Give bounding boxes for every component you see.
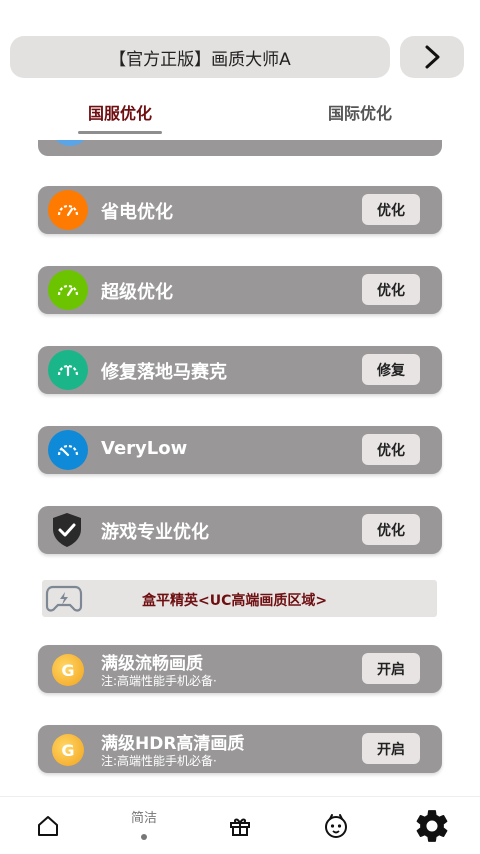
title-pill[interactable]: 【官方正版】画质大师A: [10, 36, 390, 78]
gauge-icon: [48, 350, 88, 390]
optimize-button[interactable]: 优化: [362, 194, 420, 225]
optimize-button[interactable]: 优化: [362, 514, 420, 545]
option-title: 修复落地马赛克: [101, 362, 227, 383]
option-title: 游戏专业优化: [101, 522, 209, 543]
uc-option-hdr: G 满级HDR高清画质 注:高端性能手机必备· 开启: [38, 725, 442, 773]
option-title: 满级流畅画质: [101, 654, 203, 674]
nav-gift[interactable]: [220, 797, 260, 854]
uc-section-banner: 盒平精英<UC高端画质区域>: [42, 580, 437, 617]
uc-option-smooth: G 满级流畅画质 注:高端性能手机必备· 开启: [38, 645, 442, 693]
option-card-power-save: 省电优化 优化: [38, 186, 442, 234]
chevron-right-icon: [425, 45, 440, 69]
g-logo-icon: G: [52, 654, 84, 686]
option-card-fix-mosaic: 修复落地马赛克 修复: [38, 346, 442, 394]
gamepad-icon: [45, 585, 83, 612]
enable-button[interactable]: 开启: [362, 733, 420, 764]
nav-concise[interactable]: 简洁: [118, 797, 170, 854]
tab-indicator: [78, 131, 162, 134]
nav-concise-label: 简洁: [130, 811, 157, 826]
active-dot: [141, 834, 147, 840]
next-button[interactable]: [400, 36, 464, 78]
gauge-icon: [48, 270, 88, 310]
tab-cn-optimize[interactable]: 国服优化: [88, 100, 152, 124]
option-title: 满级HDR高清画质: [101, 734, 245, 754]
option-card-verylow: VeryLow 优化: [38, 426, 442, 474]
optimize-button[interactable]: 优化: [362, 274, 420, 305]
nav-settings[interactable]: [408, 797, 456, 854]
option-title: 省电优化: [101, 202, 173, 223]
home-icon: [38, 815, 58, 836]
banner-text: 盒平精英<UC高端画质区域>: [142, 593, 328, 609]
enable-button[interactable]: 开启: [362, 653, 420, 684]
option-title: 超级优化: [101, 282, 173, 303]
option-title: VeryLow: [101, 438, 188, 459]
fix-button[interactable]: 修复: [362, 354, 420, 385]
bottom-nav: 简洁: [0, 796, 480, 854]
gauge-icon: [48, 430, 88, 470]
nav-face[interactable]: [316, 797, 356, 854]
option-card-pro-game: 游戏专业优化 优化: [38, 506, 442, 554]
option-card-super: 超级优化 优化: [38, 266, 442, 314]
option-subtitle: 注:高端性能手机必备·: [101, 754, 217, 768]
gear-icon: [416, 809, 448, 842]
option-subtitle: 注:高端性能手机必备·: [101, 674, 217, 688]
optimize-button[interactable]: 优化: [362, 434, 420, 465]
app-title: 【官方正版】画质大师A: [109, 49, 291, 70]
nav-home[interactable]: [28, 797, 68, 854]
gauge-icon: [48, 190, 88, 230]
g-logo-icon: G: [52, 734, 84, 766]
gift-icon: [230, 818, 250, 836]
shield-check-icon: [53, 513, 81, 547]
tab-intl-optimize[interactable]: 国际优化: [328, 100, 392, 124]
face-icon: [325, 813, 347, 838]
